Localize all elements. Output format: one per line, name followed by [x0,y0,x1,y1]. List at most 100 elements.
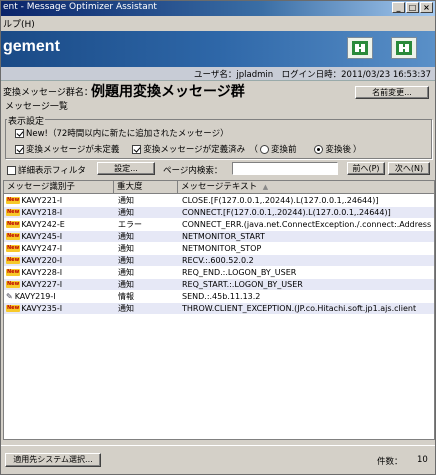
severity-cell: 通知 [118,304,134,313]
filter-settings-button[interactable]: 設定... [97,162,155,175]
message-text-cell: REQ_START.:.LOGON_BY_USER [182,280,303,289]
table-row[interactable]: New KAVY247-I 通知 NETMONITOR_STOP [4,243,434,254]
page-search-input[interactable] [232,162,338,175]
message-table: メッセージ識別子 重大度 メッセージテキスト ▲ New KAVY221-I 通知 C… [3,180,435,440]
table-header: メッセージ識別子 重大度 メッセージテキスト ▲ [4,181,434,194]
table-row[interactable]: ✎ KAVY219-I 情報 SEND.:.45b.11.13.2 [4,291,434,302]
group-name: 例題用変換メッセージ群 [91,84,245,100]
message-id: KAVY218-I [21,208,63,217]
new-badge-icon: New [6,233,21,240]
table-row[interactable]: New KAVY227-I 通知 REQ_START.:.LOGON_BY_USER [4,279,434,290]
table-row[interactable]: New KAVY242-E エラー CONNECT_ERR.(java.net.Con… [4,219,434,230]
message-text-cell: SEND.:.45b.11.13.2 [182,292,261,301]
message-id: KAVY219-I [14,292,56,301]
message-id-cell: New KAVY235-I [6,303,112,314]
detail-filter-checkbox[interactable] [7,165,16,175]
group-name-label: 変換メッセージ群名： [3,88,93,98]
undefined-checkbox[interactable] [15,144,24,154]
message-text-cell: THROW.CLIENT_EXCEPTION.(JP.co.Hitachi.so… [182,304,417,313]
table-row[interactable]: New KAVY245-I 通知 NETMONITOR_START [4,231,434,242]
title-bar: ent - Message Optimizer Assistant _ □ × [1,1,435,16]
table-row[interactable]: New KAVY235-I 通知 THROW.CLIENT_EXCEPTION.(JP… [4,303,434,314]
message-id-cell: New KAVY242-E [6,219,112,230]
column-header-id[interactable]: メッセージ識別子 [4,181,114,194]
defined-checkbox[interactable] [132,144,142,154]
pen-icon: ✎ [6,292,13,301]
severity-cell: 通知 [118,232,134,241]
message-text-cell: CONNECT.[F(127.0.0.1,.20244).L(127.0.0.1… [182,208,391,217]
minimize-button[interactable]: _ [392,2,405,13]
table-row[interactable]: New KAVY221-I 通知 CLOSE.[F(127.0.0.1,.20244)… [4,195,434,206]
table-row[interactable]: New KAVY218-I 通知 CONNECT.[F(127.0.0.1,.2024… [4,207,434,218]
message-id-cell: New KAVY247-I [6,243,112,254]
table-row[interactable]: New KAVY228-I 通知 REQ_END.:.LOGON_BY_USER [4,267,434,278]
next-button[interactable]: 次へ(N) [388,162,430,175]
back-nav-icon[interactable] [347,37,373,59]
section-title: メッセージ一覧 [5,102,68,112]
new-badge-icon: New [6,305,21,312]
table-row[interactable]: New KAVY220-I 通知 RECV.:.600.52.0.2 [4,255,434,266]
close-paren: ） [352,145,362,155]
new-checkbox[interactable] [15,128,24,138]
menu-bar: ルプ(H) [1,16,435,30]
app-window: ent - Message Optimizer Assistant _ □ × … [0,0,436,475]
message-id-cell: New KAVY221-I [6,195,112,206]
message-id-cell: ✎ KAVY219-I [6,291,112,302]
new-badge-icon: New [6,221,21,228]
detail-filter-row: 詳細表示フィルタ [7,164,86,176]
message-text-cell: NETMONITOR_START [182,232,265,241]
severity-cell: エラー [118,220,142,229]
close-button[interactable]: × [420,2,433,13]
new-checkbox-label: New!（72時間以内に新たに追加されたメッセージ） [26,129,229,139]
message-id: KAVY220-I [21,256,63,265]
count-label: 件数： [377,457,403,467]
new-badge-icon: New [6,269,21,276]
message-id-cell: New KAVY228-I [6,267,112,278]
rename-button[interactable]: 名前変更... [355,86,429,99]
prev-button[interactable]: 前へ(P) [347,162,385,175]
display-settings-legend: 表示設定 [7,114,46,127]
before-radio-label: 変換前 [270,145,297,155]
status-bar: 適用先システム選択... 件数： 10 [1,445,435,474]
sort-asc-icon: ▲ [262,183,269,191]
message-id: KAVY242-E [21,220,65,229]
new-filter-row: New!（72時間以内に新たに追加されたメッセージ） [15,127,229,139]
menu-help[interactable]: ルプ(H) [3,17,35,30]
detail-filter-label: 詳細表示フィルタ [18,166,86,176]
message-id: KAVY245-I [21,232,63,241]
column-header-text[interactable]: メッセージテキスト ▲ [178,181,434,194]
severity-cell: 通知 [118,256,134,265]
message-text-cell: CLOSE.[F(127.0.0.1,.20244).L(127.0.0.1,.… [182,196,379,205]
message-text-cell: RECV.:.600.52.0.2 [182,256,254,265]
message-id: KAVY235-I [21,304,63,313]
after-radio-label: 変換後 [325,145,351,155]
message-id-cell: New KAVY218-I [6,207,112,218]
before-radio[interactable] [259,144,269,154]
column-header-severity[interactable]: 重大度 [114,181,178,194]
message-id-cell: New KAVY245-I [6,231,112,242]
forward-nav-icon[interactable] [391,37,417,59]
message-id: KAVY228-I [21,268,63,277]
user-info-bar: ユーザ名：jpladmin ログイン日時：2011/03/23 16:53:37 [1,67,435,81]
message-text-cell: NETMONITOR_STOP [182,244,262,253]
severity-cell: 通知 [118,268,134,277]
conversion-filter-row: 変換メッセージが未定義 変換メッセージが定義済み （ 変換前 変換後 ） [15,143,361,155]
select-system-button[interactable]: 適用先システム選択... [5,453,101,467]
message-id-cell: New KAVY220-I [6,255,112,266]
message-id-cell: New KAVY227-I [6,279,112,290]
message-id: KAVY247-I [21,244,63,253]
window-title: ent - Message Optimizer Assistant [3,2,157,12]
maximize-button[interactable]: □ [406,2,419,13]
severity-cell: 通知 [118,208,134,217]
new-badge-icon: New [6,281,21,288]
page-search-label: ページ内検索： [163,166,223,176]
new-badge-icon: New [6,245,21,252]
severity-cell: 情報 [118,292,134,301]
message-id: KAVY227-I [21,280,63,289]
message-text-cell: REQ_END.:.LOGON_BY_USER [182,268,297,277]
new-badge-icon: New [6,257,21,264]
user-login-info: ユーザ名：jpladmin ログイン日時：2011/03/23 16:53:37 [194,70,431,80]
undefined-checkbox-label: 変換メッセージが未定義 [26,145,120,155]
banner: gement [1,31,435,67]
after-radio[interactable] [314,144,324,154]
